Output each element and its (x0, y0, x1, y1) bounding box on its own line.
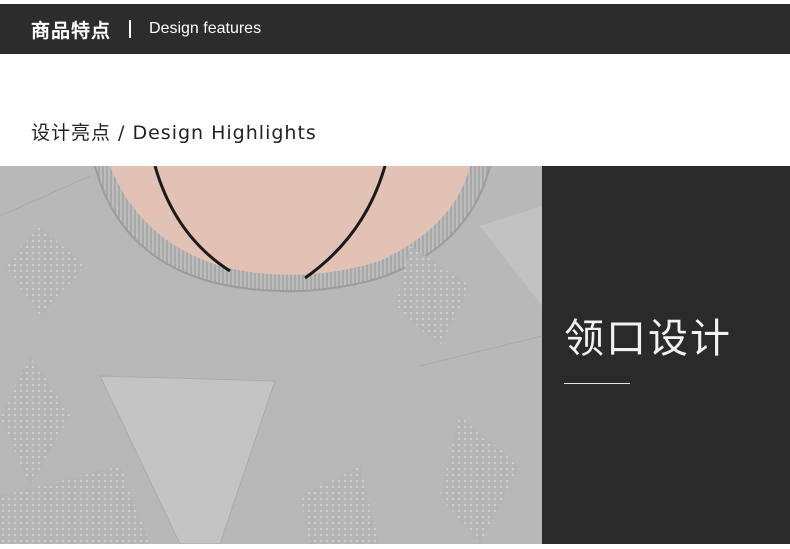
header-bar: 商品特点 Design features (0, 4, 790, 54)
header-subtitle: Design features (149, 20, 262, 37)
feature-title: 领口设计 (564, 316, 732, 362)
sweater-collar-illustration (0, 166, 542, 544)
product-photo (0, 166, 542, 544)
bottom-strip (0, 544, 790, 549)
feature-divider (564, 383, 630, 384)
header-title: 商品特点 (31, 19, 112, 42)
section-heading: 设计亮点 / Design Highlights (31, 122, 317, 144)
header-separator (129, 20, 132, 38)
product-detail-page: 商品特点 Design features 设计亮点 / Design Highl… (0, 0, 790, 549)
feature-panel: 领口设计 (542, 166, 790, 544)
